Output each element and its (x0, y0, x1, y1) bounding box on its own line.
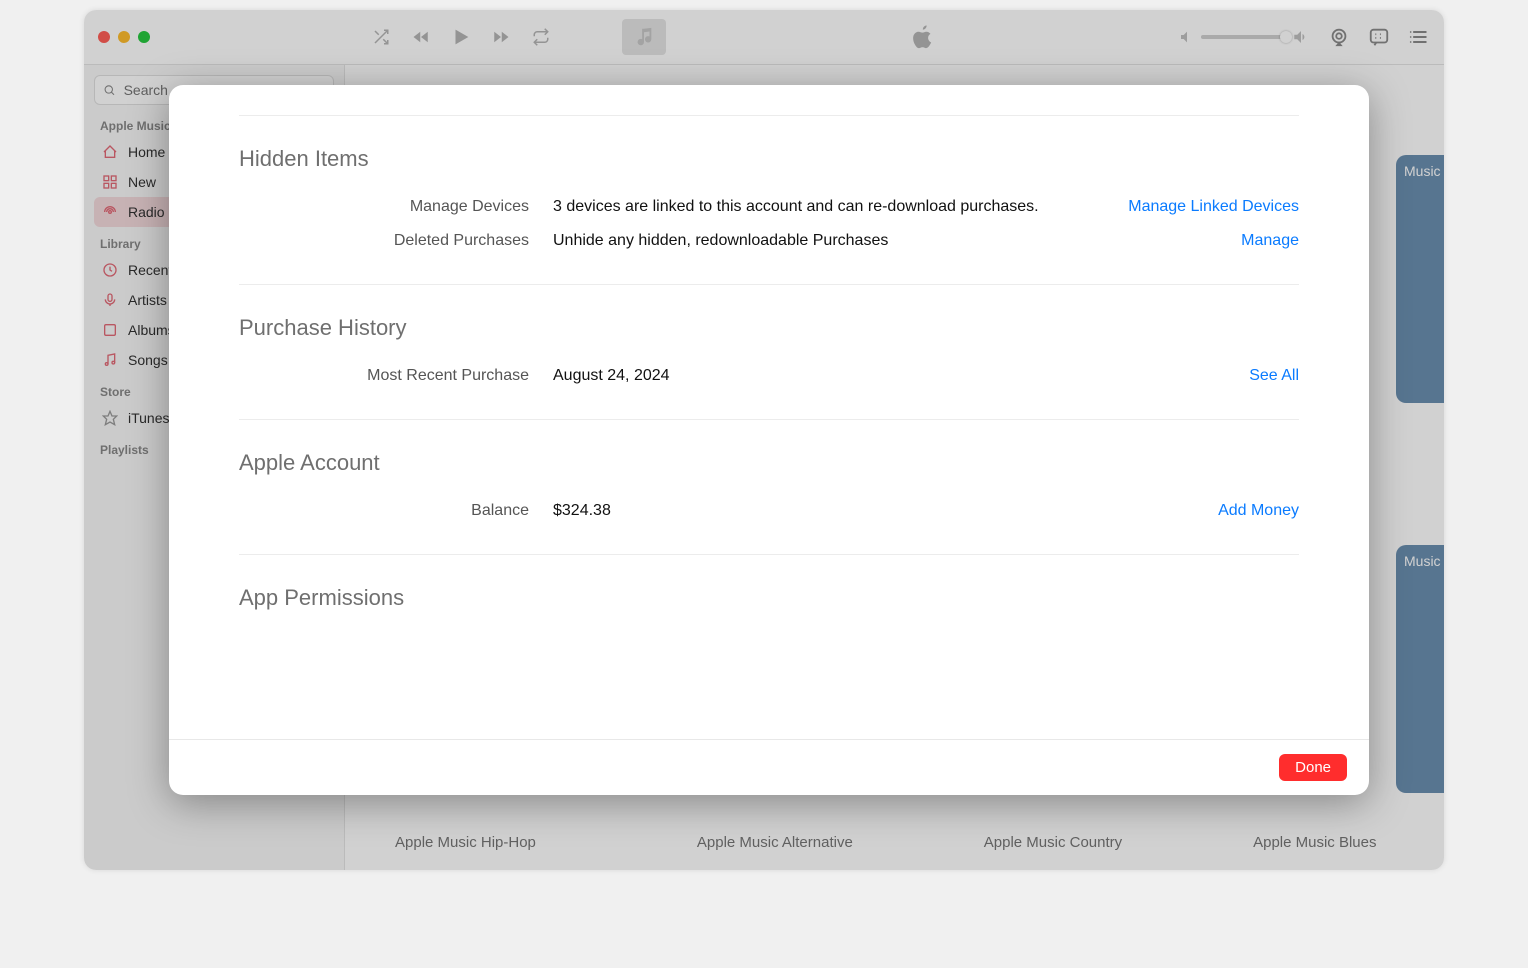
manage-devices-description: 3 devices are linked to this account and… (553, 198, 1128, 216)
add-money-link[interactable]: Add Money (1218, 502, 1299, 520)
deleted-purchases-description: Unhide any hidden, redownloadable Purcha… (553, 232, 1241, 250)
manage-deleted-link[interactable]: Manage (1241, 232, 1299, 250)
section-title-purchase-history: Purchase History (239, 315, 1299, 341)
most-recent-purchase-value: August 24, 2024 (553, 367, 1249, 385)
manage-devices-label: Manage Devices (239, 198, 553, 216)
account-settings-modal: Hidden Items Manage Devices 3 devices ar… (169, 85, 1369, 795)
deleted-purchases-label: Deleted Purchases (239, 232, 553, 250)
done-button[interactable]: Done (1279, 754, 1347, 781)
section-title-hidden-items: Hidden Items (239, 146, 1299, 172)
see-all-link[interactable]: See All (1249, 367, 1299, 385)
app-window: Apple Music Home New Radio Library Recen… (84, 10, 1444, 870)
balance-label: Balance (239, 502, 553, 520)
section-title-apple-account: Apple Account (239, 450, 1299, 476)
balance-value: $324.38 (553, 502, 1218, 520)
most-recent-purchase-label: Most Recent Purchase (239, 367, 553, 385)
section-title-app-permissions: App Permissions (239, 585, 1299, 611)
manage-linked-devices-link[interactable]: Manage Linked Devices (1128, 198, 1299, 216)
